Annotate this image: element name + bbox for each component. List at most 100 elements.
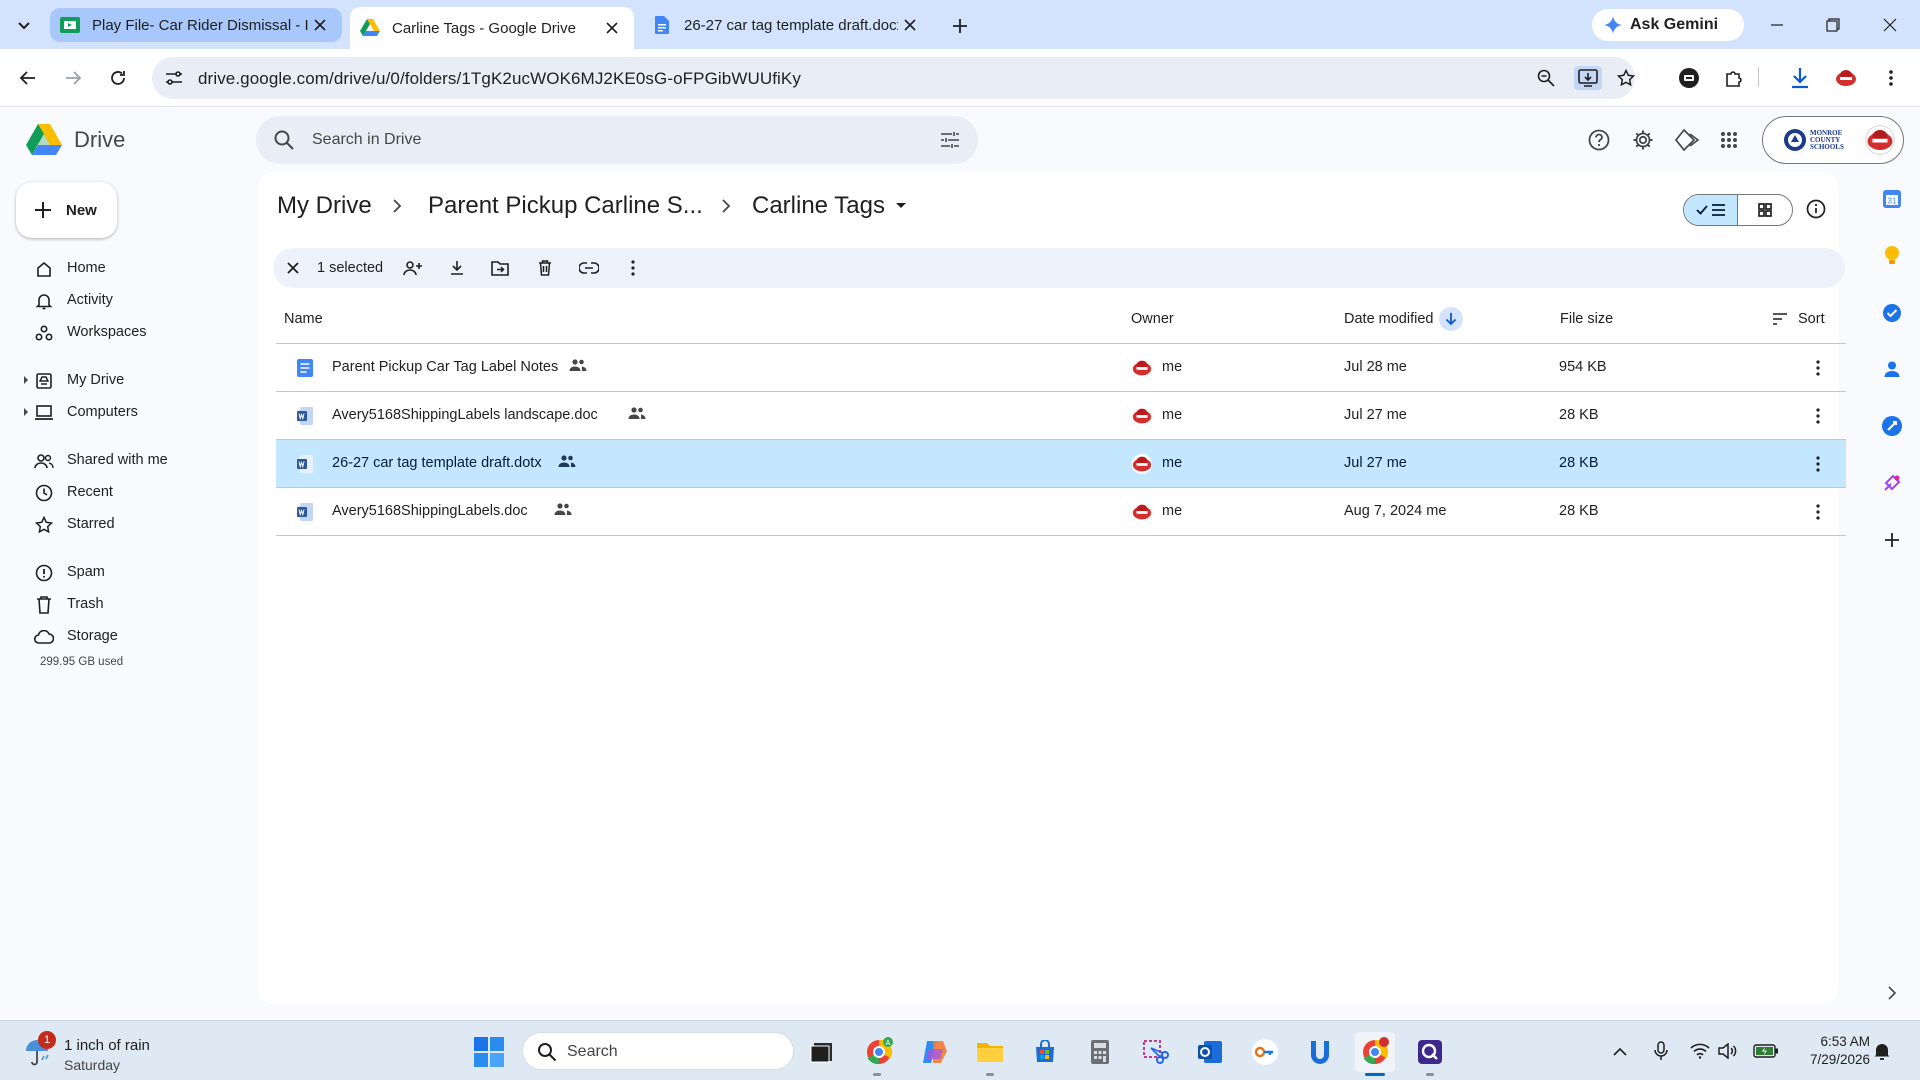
- sidebar-item-shared[interactable]: Shared with me: [0, 444, 250, 476]
- forward-button[interactable]: [57, 62, 89, 94]
- table-row-selected[interactable]: 26-27 car tag template draft.dotx me Jul…: [276, 440, 1846, 488]
- microphone-icon[interactable]: [1649, 1039, 1673, 1063]
- table-row[interactable]: Avery5168ShippingLabels.doc me Aug 7, 20…: [276, 488, 1846, 536]
- qualtrics-app-icon[interactable]: [1410, 1032, 1450, 1072]
- weather-widget[interactable]: 1 1 inch of rain Saturday: [24, 1029, 204, 1073]
- outlook-app-icon[interactable]: [1190, 1032, 1230, 1072]
- column-header-owner[interactable]: Owner: [1131, 295, 1174, 343]
- system-clock[interactable]: 6:53 AM 7/29/2026: [1794, 1033, 1870, 1069]
- volume-icon[interactable]: [1716, 1039, 1740, 1063]
- sidebar-item-spam[interactable]: Spam: [0, 556, 250, 588]
- tasks-icon[interactable]: [1877, 298, 1907, 328]
- bookmark-star-icon[interactable]: [1614, 66, 1638, 90]
- get-addons-plus-icon[interactable]: [1877, 525, 1907, 555]
- downloads-icon[interactable]: [1784, 62, 1816, 94]
- move-icon[interactable]: [488, 256, 512, 280]
- ask-gemini-button[interactable]: Ask Gemini: [1592, 9, 1744, 41]
- tab-search-button[interactable]: [8, 9, 40, 41]
- search-input[interactable]: [312, 116, 892, 164]
- clear-selection-icon[interactable]: [281, 256, 305, 280]
- address-bar[interactable]: drive.google.com/drive/u/0/folders/1TgK2…: [152, 57, 1635, 99]
- row-more-icon[interactable]: [1806, 356, 1830, 380]
- row-more-icon[interactable]: [1806, 404, 1830, 428]
- help-icon[interactable]: [1584, 125, 1614, 155]
- close-window-button[interactable]: [1875, 10, 1905, 40]
- key-app-icon[interactable]: [1245, 1032, 1285, 1072]
- reload-button[interactable]: [102, 62, 134, 94]
- extension-shield-icon[interactable]: [1673, 62, 1705, 94]
- contacts-icon[interactable]: [1877, 354, 1907, 384]
- notifications-bell-icon[interactable]: [1870, 1039, 1894, 1063]
- back-button[interactable]: [12, 62, 44, 94]
- sidebar-item-trash[interactable]: Trash: [0, 588, 250, 620]
- keep-icon[interactable]: [1877, 241, 1907, 271]
- taskbar-search[interactable]: Search: [522, 1032, 794, 1070]
- browser-tab-carline-tags[interactable]: Carline Tags - Google Drive: [350, 7, 634, 49]
- extension-app-icon[interactable]: [1877, 411, 1907, 441]
- share-icon[interactable]: [401, 256, 425, 280]
- apps-grid-icon[interactable]: [1714, 125, 1744, 155]
- snipping-tool-icon[interactable]: [1135, 1032, 1175, 1072]
- chrome-profile-icon[interactable]: A: [859, 1032, 899, 1072]
- new-button[interactable]: New: [16, 182, 117, 238]
- addon-icon[interactable]: [1877, 468, 1907, 498]
- browser-tab-play-file[interactable]: Play File- Car Rider Dismissal - I: [50, 8, 342, 42]
- expand-arrow-icon[interactable]: [24, 408, 28, 416]
- ultimate-app-icon[interactable]: [1300, 1032, 1340, 1072]
- sidebar-item-starred[interactable]: Starred: [0, 508, 250, 540]
- sidebar-item-computers[interactable]: Computers: [0, 396, 250, 428]
- sidebar-item-workspaces[interactable]: Workspaces: [0, 316, 250, 348]
- grid-view-button[interactable]: [1738, 195, 1792, 225]
- show-hidden-icons-chevron[interactable]: [1608, 1039, 1632, 1063]
- sort-button[interactable]: Sort: [1772, 295, 1825, 343]
- file-explorer-icon[interactable]: [970, 1032, 1010, 1072]
- battery-charging-icon[interactable]: [1752, 1039, 1780, 1063]
- breadcrumb-current-folder[interactable]: Carline Tags: [752, 192, 907, 220]
- drive-logo[interactable]: Drive: [26, 124, 125, 156]
- browser-tab-car-tag-template[interactable]: 26-27 car tag template draft.docx: [642, 7, 932, 43]
- calendar-icon[interactable]: 31: [1877, 184, 1907, 214]
- copilot-icon[interactable]: [915, 1032, 955, 1072]
- breadcrumb-parent-folder[interactable]: Parent Pickup Carline S...: [428, 192, 703, 220]
- search-bar[interactable]: [256, 116, 978, 164]
- task-view-icon[interactable]: [802, 1032, 842, 1072]
- more-actions-icon[interactable]: [621, 256, 645, 280]
- gemini-icon[interactable]: [1672, 125, 1702, 155]
- extensions-puzzle-icon[interactable]: [1718, 62, 1750, 94]
- row-more-icon[interactable]: [1806, 452, 1830, 476]
- column-header-file-size[interactable]: File size: [1560, 295, 1613, 343]
- list-view-button[interactable]: [1684, 195, 1739, 225]
- breadcrumb-my-drive[interactable]: My Drive: [277, 192, 372, 220]
- profile-avatar-icon[interactable]: [1830, 62, 1862, 94]
- column-header-date-modified[interactable]: Date modified: [1344, 295, 1464, 343]
- windows-start-icon[interactable]: [474, 1037, 504, 1067]
- column-header-name[interactable]: Name: [284, 295, 323, 343]
- microsoft-store-icon[interactable]: [1025, 1032, 1065, 1072]
- sort-descending-icon[interactable]: [1439, 307, 1464, 331]
- minimize-button[interactable]: [1762, 10, 1792, 40]
- download-icon[interactable]: [445, 256, 469, 280]
- table-row[interactable]: Avery5168ShippingLabels landscape.doc me…: [276, 392, 1846, 440]
- zoom-icon[interactable]: [1534, 66, 1558, 90]
- sidebar-item-storage[interactable]: Storage: [0, 620, 250, 652]
- sidebar-item-recent[interactable]: Recent: [0, 476, 250, 508]
- info-icon[interactable]: [1805, 198, 1827, 220]
- chrome-icon[interactable]: [1355, 1032, 1395, 1072]
- row-more-icon[interactable]: [1806, 500, 1830, 524]
- copy-link-icon[interactable]: [577, 256, 601, 280]
- chrome-menu-icon[interactable]: [1875, 62, 1907, 94]
- sidebar-item-home[interactable]: Home: [0, 252, 250, 284]
- calculator-icon[interactable]: [1080, 1032, 1120, 1072]
- sidebar-item-my-drive[interactable]: My Drive: [0, 364, 250, 396]
- close-tab-icon[interactable]: [600, 16, 624, 40]
- close-tab-icon[interactable]: [898, 13, 922, 37]
- wifi-icon[interactable]: [1688, 1039, 1712, 1063]
- new-tab-button[interactable]: [946, 12, 974, 40]
- sidebar-item-activity[interactable]: Activity: [0, 284, 250, 316]
- expand-arrow-icon[interactable]: [24, 376, 28, 384]
- delete-icon[interactable]: [533, 256, 557, 280]
- close-tab-icon[interactable]: [308, 13, 332, 37]
- restore-button[interactable]: [1818, 10, 1848, 40]
- hide-side-panel-icon[interactable]: [1877, 978, 1907, 1008]
- table-row[interactable]: Parent Pickup Car Tag Label Notes me Jul…: [276, 344, 1846, 392]
